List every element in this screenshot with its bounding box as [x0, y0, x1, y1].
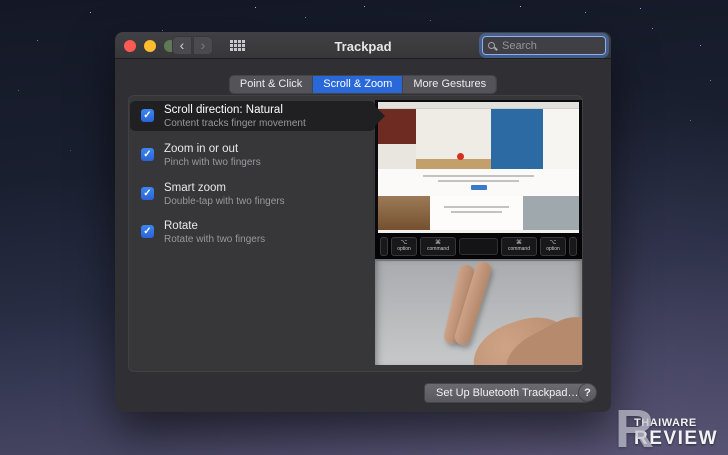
checkbox-scroll-direction[interactable]: ✓ [141, 109, 154, 122]
thaiware-review-watermark: R THAIWARE REVIEW [615, 407, 718, 453]
trackpad-preferences-window: ‹ › Trackpad Point & Click Scroll & Zoom… [115, 32, 611, 412]
demo-page-button [471, 185, 487, 190]
help-button[interactable]: ? [578, 383, 597, 402]
checkmark-icon: ✓ [143, 227, 151, 237]
back-button[interactable]: ‹ [172, 36, 192, 55]
checkmark-icon: ✓ [143, 189, 151, 199]
setting-text: Scroll direction: Natural Content tracks… [164, 104, 306, 129]
search-icon [488, 42, 495, 49]
key-command-left: ⌘ command [420, 237, 456, 256]
key-partial [569, 237, 577, 256]
setting-subtitle: Content tracks finger movement [164, 118, 306, 129]
demo-keyboard-row: ⌥ option ⌘ command ⌘ command ⌥ option [375, 233, 582, 259]
setting-scroll-direction[interactable]: ✓ Scroll direction: Natural Content trac… [130, 101, 375, 131]
setting-zoom-in-or-out[interactable]: ✓ Zoom in or out Pinch with two fingers [130, 140, 375, 170]
setting-text: Smart zoom Double-tap with two fingers [164, 182, 285, 207]
checkbox-smart-zoom[interactable]: ✓ [141, 187, 154, 200]
demo-lower-band [378, 196, 579, 230]
demo-hero-image [378, 109, 579, 169]
demo-kitchen-wall [416, 109, 490, 169]
tab-more-gestures[interactable]: More Gestures [403, 76, 496, 93]
setting-smart-zoom[interactable]: ✓ Smart zoom Double-tap with two fingers [130, 179, 375, 209]
minimize-button[interactable] [144, 40, 156, 52]
key-option-left: ⌥ option [391, 237, 417, 256]
search-field[interactable] [482, 36, 606, 55]
close-button[interactable] [124, 40, 136, 52]
checkmark-icon: ✓ [143, 150, 151, 160]
setting-text: Rotate Rotate with two fingers [164, 220, 265, 245]
setup-bluetooth-trackpad-button[interactable]: Set Up Bluetooth Trackpad… [424, 383, 590, 403]
checkmark-icon: ✓ [143, 111, 151, 121]
chevron-right-icon: › [201, 37, 206, 53]
grid-icon [230, 40, 233, 43]
demo-text-block [378, 169, 579, 196]
checkbox-rotate[interactable]: ✓ [141, 225, 154, 238]
demo-blue-wall [491, 109, 543, 169]
setting-text: Zoom in or out Pinch with two fingers [164, 143, 261, 168]
checkbox-zoom-in-or-out[interactable]: ✓ [141, 148, 154, 161]
key-spacebar [459, 238, 498, 255]
titlebar[interactable]: ‹ › Trackpad [115, 32, 611, 59]
setting-title: Smart zoom [164, 182, 285, 194]
show-all-button[interactable] [227, 38, 248, 53]
nav-buttons: ‹ › [172, 36, 213, 55]
chevron-left-icon: ‹ [180, 37, 185, 53]
setting-title: Zoom in or out [164, 143, 261, 155]
key-option-right: ⌥ option [540, 237, 566, 256]
setting-subtitle: Rotate with two fingers [164, 234, 265, 245]
tab-bar: Point & Click Scroll & Zoom More Gesture… [229, 75, 497, 94]
key-partial [380, 237, 388, 256]
key-command-right: ⌘ command [501, 237, 537, 256]
search-input[interactable] [500, 39, 600, 53]
tab-scroll-and-zoom[interactable]: Scroll & Zoom [313, 76, 403, 93]
setting-title: Scroll direction: Natural [164, 104, 306, 116]
tab-point-and-click[interactable]: Point & Click [230, 76, 313, 93]
desktop: ‹ › Trackpad Point & Click Scroll & Zoom… [0, 0, 728, 455]
demo-browser-chrome [378, 102, 579, 109]
stars-decoration [0, 0, 1, 1]
demo-webpage [378, 102, 579, 233]
setting-subtitle: Pinch with two fingers [164, 157, 261, 168]
setting-subtitle: Double-tap with two fingers [164, 196, 285, 207]
forward-button[interactable]: › [193, 36, 213, 55]
preferences-pane: Point & Click Scroll & Zoom More Gesture… [115, 59, 611, 412]
traffic-lights [124, 40, 176, 52]
demo-trackpad [375, 259, 582, 365]
demo-laptop-screen [375, 100, 582, 233]
gesture-demo-video: ⌥ option ⌘ command ⌘ command ⌥ option [375, 100, 582, 365]
watermark-letter: R [615, 407, 654, 453]
setting-rotate[interactable]: ✓ Rotate Rotate with two fingers [130, 217, 375, 247]
setting-title: Rotate [164, 220, 265, 232]
